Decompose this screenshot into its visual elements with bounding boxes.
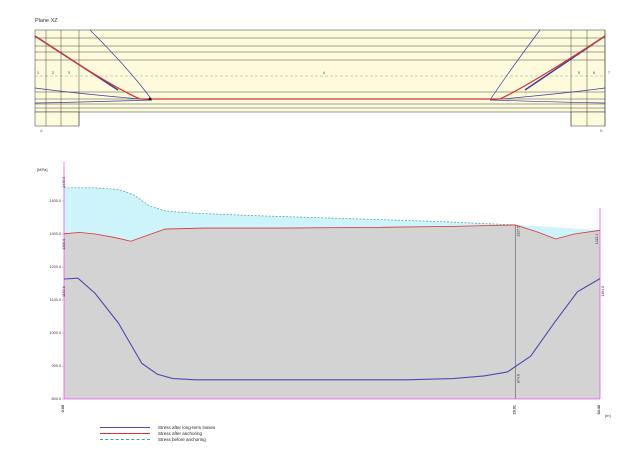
stress-areas <box>64 187 600 399</box>
diagram-title: Plane XZ <box>35 18 58 24</box>
y-tick-label: 1300.0 <box>49 232 61 236</box>
support-label-right: B <box>600 128 603 133</box>
value-annotation: 1327.5 <box>516 226 520 237</box>
span-label-7: 7 <box>608 71 610 75</box>
value-annotation: 874.8 <box>516 374 520 383</box>
x-tick-label: 29.01 <box>512 405 516 415</box>
legend-swatch-long-term <box>100 426 150 428</box>
legend-label-long-term: Stress after long-term losses <box>158 424 216 430</box>
right-support-block <box>570 111 606 127</box>
span-label-6: 6 <box>593 71 595 75</box>
value-annotation: 1164.8 <box>601 286 605 297</box>
tendon-profile-diagram: Plane XZ 1 2 3 4 5 6 7 A B <box>34 18 610 133</box>
span-label-2: 2 <box>52 71 54 75</box>
legend-label-before: Stress before anchoring <box>158 436 206 442</box>
x-tick-label: 34.45 <box>597 405 601 415</box>
span-label-3: 3 <box>68 71 70 75</box>
legend-swatch-anchoring <box>100 432 150 434</box>
span-label-4: 4 <box>323 71 325 75</box>
beam-elevation <box>34 29 606 113</box>
y-tick-label: 1400.0 <box>49 199 61 203</box>
x-axis-unit: [m] <box>605 413 611 418</box>
y-tick-label: 1000.0 <box>49 331 61 335</box>
legend-item: Stress before anchoring <box>100 436 400 442</box>
value-annotation: 1300.6 <box>62 239 66 250</box>
span-label-5: 5 <box>578 71 580 75</box>
y-axis-unit: [MPa] <box>37 167 47 172</box>
y-tick-label: 900.0 <box>51 364 61 368</box>
y-tick-label: 800.0 <box>51 397 61 401</box>
left-support-block <box>34 111 80 127</box>
legend-label-anchoring: Stress after anchoring <box>158 430 203 436</box>
legend-swatch-before <box>100 438 150 440</box>
max-stress-marker <box>148 97 152 101</box>
value-annotation: 1311.2 <box>595 234 599 245</box>
stress-chart: 1400.0 1300.0 1200.0 1100.0 1000.0 900.0 800.0… <box>37 162 611 418</box>
chart-canvas: Plane XZ 1 2 3 4 5 6 7 A B 1400.01300.01… <box>34 18 611 418</box>
legend: Stress after long-term losses Stress aft… <box>100 424 400 442</box>
value-annotation: 1163.6 <box>62 286 66 297</box>
support-label-left: A <box>40 128 43 133</box>
y-tick-label: 1100.0 <box>50 298 61 302</box>
value-annotation: 1440.0 <box>62 177 66 188</box>
y-tick-label: 1200.0 <box>49 265 61 269</box>
page: Plane XZ 1 2 3 4 5 6 7 A B 1400.0 1300.0 1… <box>0 0 643 468</box>
span-label-1: 1 <box>37 71 39 75</box>
x-tick-label: 0.00 <box>61 405 65 412</box>
stress-area <box>64 224 600 399</box>
